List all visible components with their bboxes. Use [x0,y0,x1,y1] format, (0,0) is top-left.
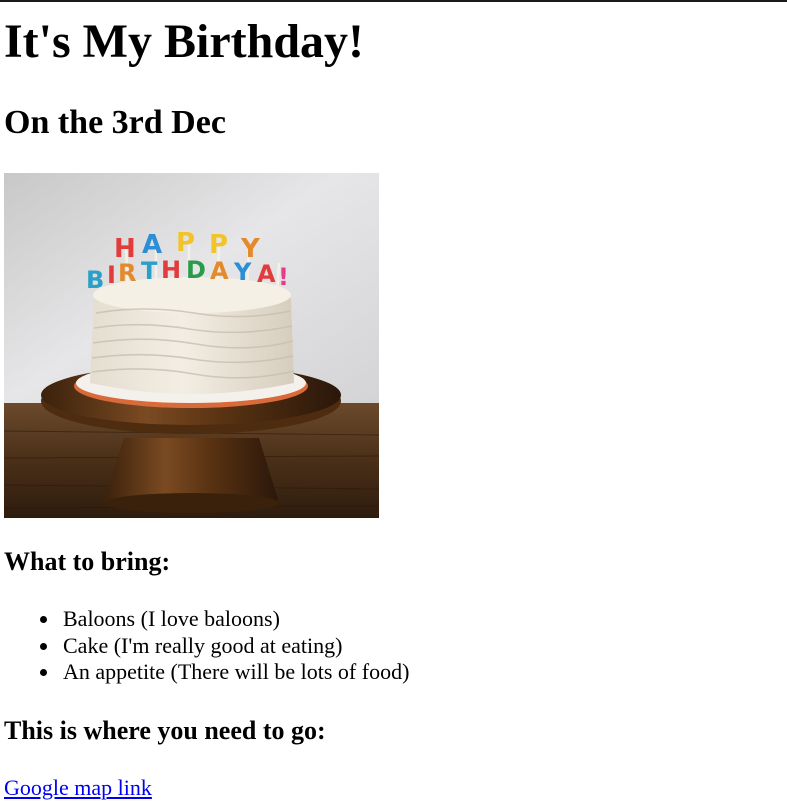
bullet-icon [40,616,47,623]
svg-text:A: A [210,257,229,285]
event-date-heading: On the 3rd Dec [4,104,226,141]
svg-text:P: P [209,230,228,260]
page-title: It's My Birthday! [4,15,364,68]
bullet-icon [40,669,47,676]
list-item: Baloons (I love baloons) [40,606,409,633]
bring-list: Baloons (I love baloons) Cake (I'm reall… [40,606,409,686]
svg-text:I: I [107,261,116,289]
list-item-text: Cake (I'm really good at eating) [63,632,343,658]
list-item-text: Baloons (I love baloons) [63,606,280,631]
svg-text:A: A [257,260,276,288]
svg-text:P: P [176,228,195,258]
svg-text:R: R [118,259,136,287]
svg-text:!: ! [278,263,289,291]
list-item: An appetite (There will be lots of food) [40,659,409,686]
list-item-text: An appetite (There will be lots of food) [63,659,410,684]
svg-text:A: A [142,230,162,260]
svg-text:T: T [141,257,158,285]
top-border [0,0,787,2]
google-map-link[interactable]: Google map link [4,774,152,802]
what-to-bring-heading: What to bring: [4,547,171,576]
list-item: Cake (I'm really good at eating) [40,633,409,660]
svg-text:D: D [186,256,206,284]
directions-heading: This is where you need to go: [4,716,326,745]
svg-text:H: H [161,256,181,284]
bullet-icon [40,642,47,650]
svg-text:B: B [86,266,104,294]
svg-text:Y: Y [233,258,252,286]
birthday-cake-image: H A P P Y B I R T H D A Y A ! [4,173,379,518]
